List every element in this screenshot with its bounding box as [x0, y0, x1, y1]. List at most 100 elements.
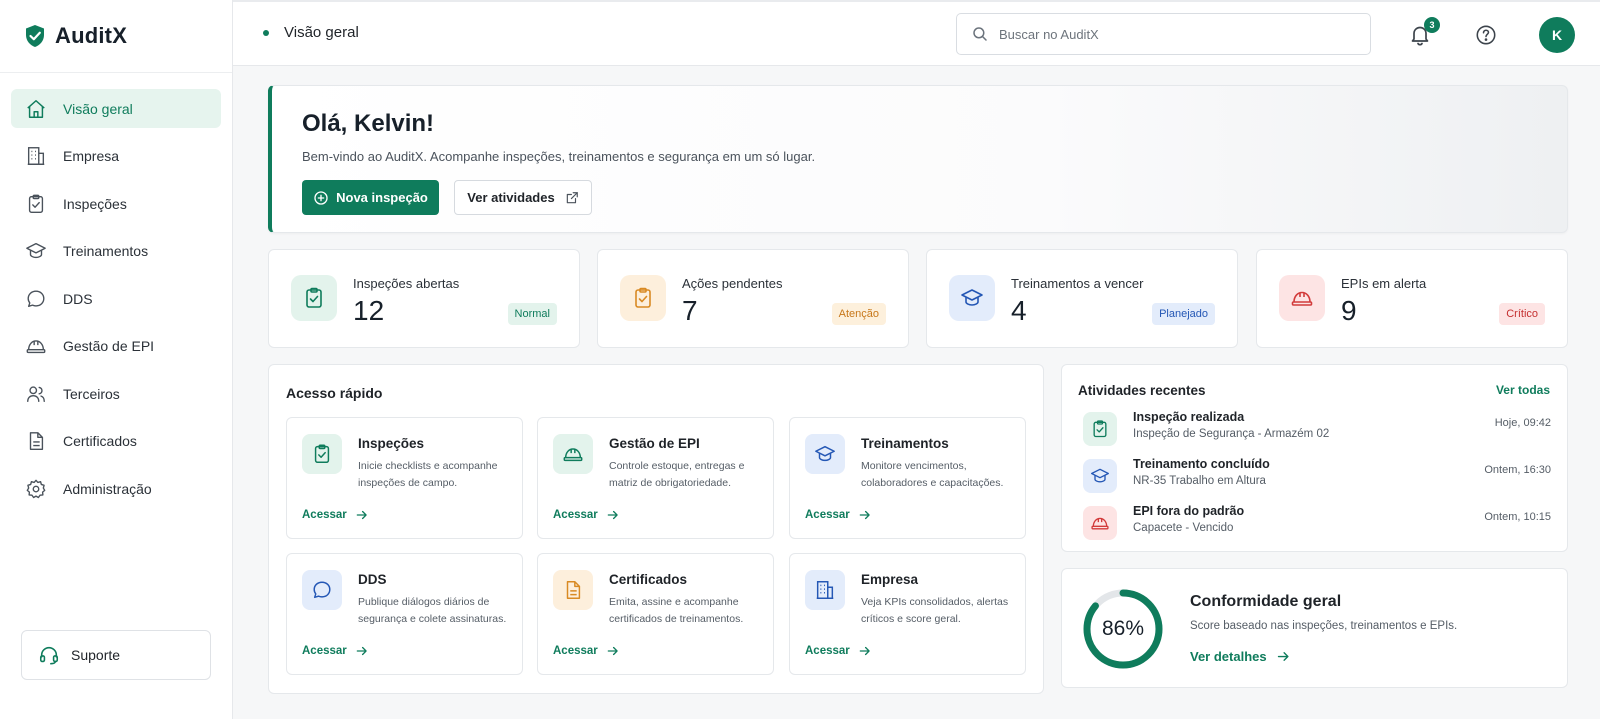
stat-card-epis-em-alerta[interactable]: EPIs em alerta 9 Crítico	[1256, 249, 1568, 348]
activity-subtitle: NR-35 Trabalho em Altura	[1133, 475, 1266, 487]
document-icon	[566, 581, 581, 599]
support-label: Suporte	[71, 647, 121, 663]
hard-hat-icon	[1091, 517, 1109, 530]
activity-item[interactable]: Inspeção realizada Inspeção de Segurança…	[1083, 410, 1551, 450]
quick-card-description: Controle estoque, entregas e matriz de o…	[609, 460, 745, 489]
quick-card-link[interactable]: Acessar	[302, 644, 369, 658]
sidebar-nav: Visão geral Empresa Inspeções Treinament…	[0, 73, 232, 508]
arrow-right-icon	[859, 510, 870, 520]
activity-item[interactable]: EPI fora do padrão Capacete - Vencido On…	[1083, 504, 1551, 544]
sidebar-item-dds[interactable]: DDS	[11, 279, 221, 318]
sidebar-item-empresa[interactable]: Empresa	[11, 137, 221, 176]
quick-card-title: Treinamentos	[861, 436, 949, 451]
sidebar-item-gestao-epi[interactable]: Gestão de EPI	[11, 327, 221, 366]
sidebar-item-treinamentos[interactable]: Treinamentos	[11, 232, 221, 271]
view-details-link[interactable]: Ver detalhes	[1190, 649, 1291, 664]
view-activities-button[interactable]: Ver atividades	[454, 180, 592, 215]
graduation-cap-icon	[1091, 468, 1109, 483]
status-badge: Normal	[507, 303, 557, 325]
help-icon[interactable]	[1475, 24, 1497, 46]
view-all-link[interactable]: Ver todas	[1496, 383, 1550, 397]
breadcrumb-dot	[263, 29, 269, 36]
support-button[interactable]: Suporte	[21, 630, 211, 680]
sidebar-item-terceiros[interactable]: Terceiros	[11, 374, 221, 413]
clipboard-check-icon	[28, 194, 44, 213]
quick-card-description: Monitore vencimentos, colaboradores e ca…	[861, 460, 1004, 489]
top-bar: Visão geral 3 K	[233, 0, 1600, 66]
quick-card-dds[interactable]: DDS Publique diálogos diários de seguran…	[286, 553, 523, 675]
new-inspection-label: Nova inspeção	[336, 190, 428, 205]
activity-subtitle: Inspeção de Segurança - Armazém 02	[1133, 428, 1330, 440]
quick-card-treinamentos[interactable]: Treinamentos Monitore vencimentos, colab…	[789, 417, 1026, 539]
stat-icon-box	[949, 275, 995, 321]
stat-card-inspecoes-abertas[interactable]: Inspeções abertas 12 Normal	[268, 249, 580, 348]
stat-card-acoes-pendentes[interactable]: Ações pendentes 7 Atenção	[597, 249, 909, 348]
quick-card-link[interactable]: Acessar	[553, 508, 620, 522]
quick-card-gestao-epi[interactable]: Gestão de EPI Controle estoque, entregas…	[537, 417, 774, 539]
activity-title: Treinamento concluído	[1133, 457, 1270, 471]
sidebar-item-inspecoes[interactable]: Inspeções	[11, 184, 221, 223]
clipboard-check-icon	[1093, 420, 1107, 438]
document-icon	[29, 432, 44, 450]
quick-card-certificados[interactable]: Certificados Emita, assine e acompanhe c…	[537, 553, 774, 675]
search-box[interactable]	[956, 13, 1371, 55]
search-input[interactable]	[999, 26, 1359, 42]
recent-activities-panel: Atividades recentes Ver todas Inspeção r…	[1061, 364, 1568, 552]
sidebar-item-label: Gestão de EPI	[63, 338, 155, 354]
new-inspection-button[interactable]: Nova inspeção	[302, 180, 439, 215]
status-badge: Atenção	[831, 303, 886, 325]
stat-value: 4	[1011, 295, 1027, 326]
sidebar-item-label: Empresa	[63, 148, 120, 164]
building-icon	[27, 147, 45, 165]
activity-title: EPI fora do padrão	[1133, 504, 1245, 518]
sidebar-item-administracao[interactable]: Administração	[11, 469, 221, 508]
gear-icon	[26, 479, 46, 498]
sidebar-item-label: Terceiros	[63, 385, 120, 402]
graduation-cap-icon	[26, 242, 46, 259]
home-icon	[27, 99, 45, 118]
avatar[interactable]: K	[1539, 17, 1575, 53]
breadcrumb-text: Visão geral	[284, 24, 359, 41]
arrow-right-icon	[356, 510, 367, 520]
graduation-cap-icon	[961, 289, 983, 306]
clipboard-check-icon	[635, 287, 651, 308]
quick-card-link[interactable]: Acessar	[302, 508, 369, 522]
quick-card-icon-box	[805, 570, 845, 610]
quick-card-link-label: Acessar	[553, 509, 598, 521]
sidebar-item-visao-geral[interactable]: Visão geral	[11, 89, 221, 128]
welcome-banner: Olá, Kelvin! Bem-vindo ao AuditX. Acompa…	[268, 85, 1568, 233]
sidebar-item-certificados[interactable]: Certificados	[11, 422, 221, 461]
view-activities-label: Ver atividades	[467, 190, 555, 205]
compliance-description: Score baseado nas inspeções, treinamento…	[1190, 620, 1458, 632]
clipboard-check-icon	[314, 444, 330, 463]
sidebar-item-label: Treinamentos	[63, 243, 149, 259]
greeting-subtitle: Bem-vindo ao AuditX. Acompanhe inspeções…	[302, 149, 816, 164]
chat-bubble-icon	[27, 290, 45, 307]
plus-circle-icon	[314, 190, 328, 205]
logo[interactable]: AuditX	[0, 0, 232, 73]
quick-card-link[interactable]: Acessar	[805, 508, 872, 522]
building-icon	[816, 581, 834, 599]
quick-card-link[interactable]: Acessar	[805, 644, 872, 658]
sidebar-item-label: Certificados	[63, 433, 137, 449]
quick-card-icon-box	[805, 434, 845, 474]
headset-icon	[39, 646, 59, 665]
stat-value: 12	[353, 295, 385, 326]
stat-card-treinamentos-a-vencer[interactable]: Treinamentos a vencer 4 Planejado	[926, 249, 1238, 348]
activity-icon-box	[1083, 459, 1117, 493]
activity-time: Ontem, 10:15	[1484, 511, 1551, 523]
quick-card-title: Gestão de EPI	[609, 436, 700, 451]
quick-card-icon-box	[302, 434, 342, 474]
quick-card-icon-box	[553, 570, 593, 610]
stat-value: 7	[682, 295, 698, 326]
quick-card-description: Publique diálogos diários de segurança e…	[358, 596, 507, 625]
stat-value: 9	[1341, 295, 1357, 326]
quick-card-link-label: Acessar	[302, 509, 347, 521]
quick-card-empresa[interactable]: Empresa Veja KPIs consolidados, alertas …	[789, 553, 1026, 675]
quick-card-link[interactable]: Acessar	[553, 644, 620, 658]
activity-item[interactable]: Treinamento concluído NR-35 Trabalho em …	[1083, 457, 1551, 497]
arrow-right-icon	[1277, 652, 1289, 661]
sidebar: AuditX Visão geral Empresa Inspeções Tre…	[0, 0, 233, 719]
arrow-right-icon	[607, 510, 618, 520]
quick-card-inspecoes[interactable]: Inspeções Inicie checklists e acompanhe …	[286, 417, 523, 539]
